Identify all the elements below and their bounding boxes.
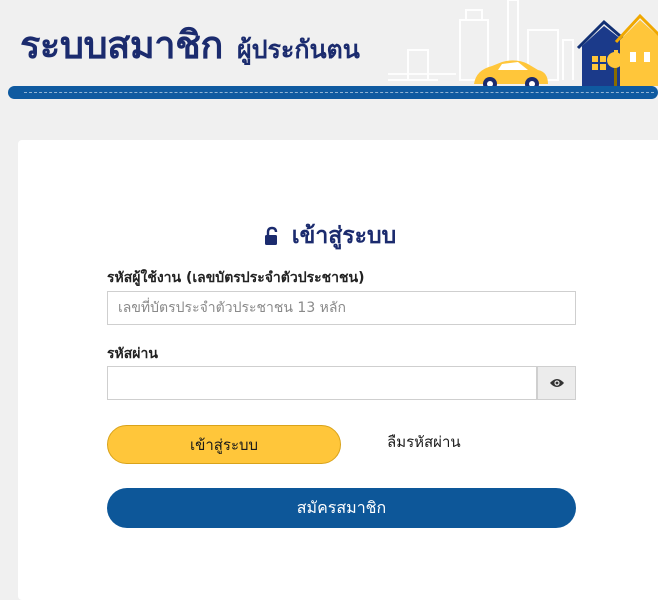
username-label: รหัสผู้ใช้งาน (เลขบัตรประจำตัวประชาชน) [107, 270, 365, 286]
login-button[interactable]: เข้าสู่ระบบ [107, 425, 341, 464]
eye-icon [549, 379, 564, 387]
road-dashes [24, 92, 654, 93]
toggle-password-button[interactable] [537, 366, 576, 400]
register-button[interactable]: สมัครสมาชิก [107, 488, 576, 528]
unlock-icon [264, 226, 277, 245]
site-title: ระบบสมาชิก [20, 23, 223, 67]
site-brand: ระบบสมาชิก ผู้ประกันตน [20, 14, 360, 75]
forgot-password-link[interactable]: ลืมรหัสผ่าน [387, 430, 461, 454]
password-input[interactable] [107, 366, 537, 400]
site-header: ระบบสมาชิก ผู้ประกันตน [0, 0, 658, 104]
login-title: เข้าสู่ระบบ [291, 223, 397, 249]
password-label: รหัสผ่าน [107, 346, 158, 362]
site-subtitle: ผู้ประกันตน [236, 35, 360, 64]
username-input[interactable] [107, 291, 576, 325]
login-heading: เข้าสู่ระบบ [0, 218, 658, 254]
